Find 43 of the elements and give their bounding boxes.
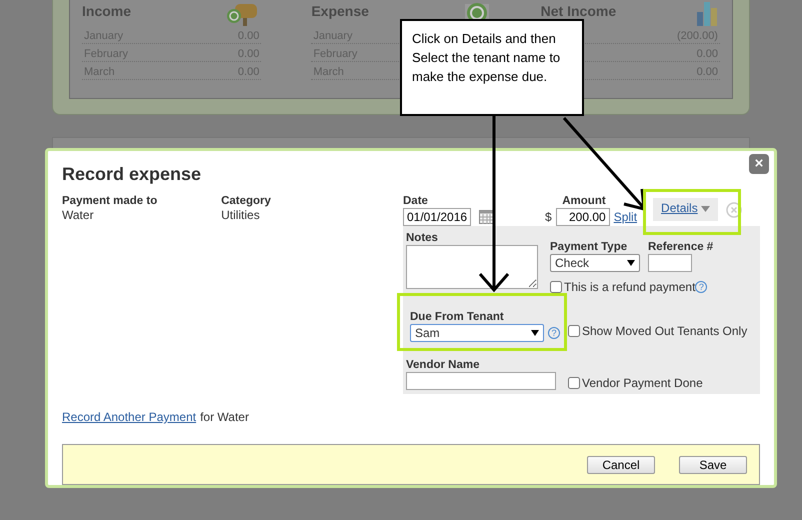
- link-suffix-text: for Water: [200, 410, 249, 424]
- calendar-icon: [479, 210, 494, 224]
- date-field[interactable]: 01/01/2016: [403, 208, 471, 226]
- field-label: Reference #: [648, 240, 714, 254]
- field-label: Payment made to: [62, 194, 158, 208]
- record-another-link[interactable]: Record Another Payment: [62, 410, 196, 424]
- field-value: Utilities: [221, 208, 261, 222]
- tenant-select[interactable]: Sam: [410, 324, 544, 342]
- caret-icon: [627, 260, 635, 266]
- section-title: Income: [82, 2, 132, 18]
- field-value: Water: [62, 208, 95, 222]
- details-tab[interactable]: Details: [653, 198, 718, 221]
- remove-icon: [726, 202, 742, 218]
- caret-icon: [531, 330, 539, 336]
- checkbox[interactable]: [550, 281, 562, 293]
- close-button[interactable]: ×: [749, 154, 769, 174]
- checkbox-label: Vendor Payment Done: [582, 376, 703, 390]
- dialog-button[interactable]: Cancel: [587, 456, 655, 474]
- split-link[interactable]: Split: [614, 210, 638, 224]
- vendor-name-field[interactable]: [406, 372, 556, 390]
- field-label: Category: [221, 194, 272, 208]
- caret-icon: [701, 206, 710, 212]
- section-title: Net Income: [540, 2, 616, 18]
- field-label: Amount: [561, 194, 607, 208]
- section-title: Expense: [311, 2, 369, 18]
- field-label: Date: [403, 194, 429, 208]
- checkbox-label: This is a refund payment: [564, 280, 696, 294]
- checkbox-label: Show Moved Out Tenants Only: [582, 324, 748, 338]
- dialog-button[interactable]: Save: [679, 456, 747, 474]
- notes-field[interactable]: [406, 245, 538, 289]
- amount-field[interactable]: 200.00: [556, 208, 610, 226]
- callout-text: Click on Details and then Select the tenant name to make the expense due.: [400, 19, 584, 116]
- field-label: Notes: [406, 231, 439, 245]
- bar-chart-icon: [696, 0, 720, 26]
- field-label: Due From Tenant: [410, 310, 505, 324]
- payment-type-select[interactable]: Check: [550, 254, 640, 272]
- reference-field[interactable]: [648, 254, 692, 272]
- field-label: Vendor Name: [406, 358, 480, 372]
- checkbox[interactable]: [568, 325, 580, 337]
- checkbox[interactable]: [568, 377, 580, 389]
- currency-symbol: $: [545, 210, 552, 224]
- dialog-title: Record expense: [62, 163, 202, 185]
- field-label: Payment Type: [550, 240, 628, 254]
